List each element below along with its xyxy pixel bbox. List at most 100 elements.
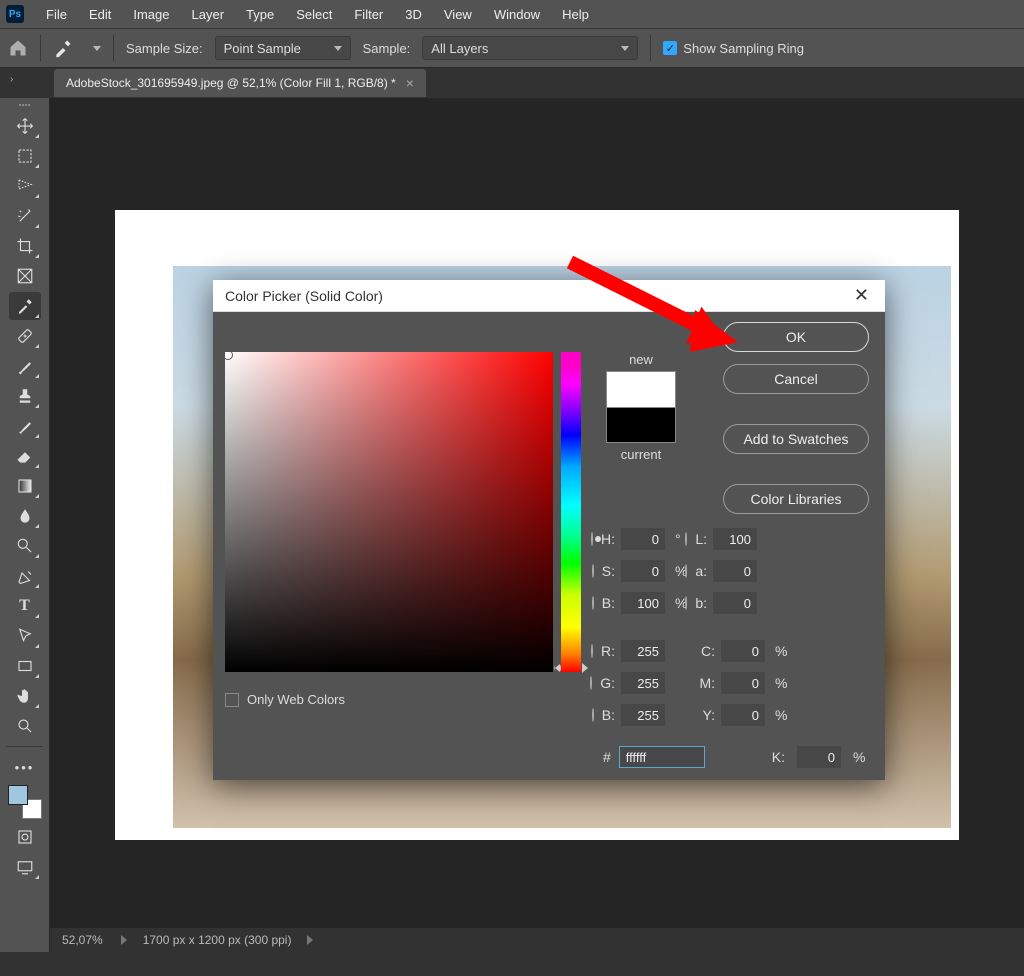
blur-tool[interactable] — [9, 502, 41, 530]
marquee-tool[interactable] — [9, 142, 41, 170]
tool-preset-chevron-icon[interactable] — [93, 46, 101, 51]
menu-file[interactable]: File — [36, 3, 77, 26]
stamp-tool[interactable] — [9, 382, 41, 410]
show-ring-label: Show Sampling Ring — [683, 41, 804, 56]
r-radio[interactable]: R: — [595, 643, 621, 659]
b-input[interactable] — [621, 592, 665, 614]
screen-mode-tool[interactable] — [9, 853, 41, 881]
s-radio[interactable]: S: — [595, 563, 621, 579]
rectangle-tool[interactable] — [9, 652, 41, 680]
tab-title: AdobeStock_301695949.jpeg @ 52,1% (Color… — [66, 76, 396, 90]
dodge-tool[interactable] — [9, 532, 41, 560]
m-input[interactable] — [721, 672, 765, 694]
zoom-level[interactable]: 52,07% — [50, 933, 115, 947]
h-radio[interactable]: H: — [595, 531, 621, 547]
quickmask-tool[interactable] — [9, 823, 41, 851]
menu-edit[interactable]: Edit — [79, 3, 121, 26]
dialog-title: Color Picker (Solid Color) — [225, 288, 383, 304]
grip-icon[interactable] — [0, 102, 49, 110]
sample-label: Sample: — [363, 41, 411, 56]
frame-tool[interactable] — [9, 262, 41, 290]
lab-b-radio[interactable]: b: — [687, 595, 713, 611]
crop-tool[interactable] — [9, 232, 41, 260]
bl-radio[interactable]: B: — [595, 707, 621, 723]
move-tool[interactable] — [9, 112, 41, 140]
edit-toolbar-icon[interactable]: ••• — [9, 753, 41, 781]
hsb-lab-fields: H: ° L: S: % a: B: % b: — [595, 528, 865, 614]
expand-chevron-icon[interactable]: › — [10, 74, 24, 88]
pct-unit: % — [769, 707, 787, 723]
l-radio[interactable]: L: — [687, 531, 713, 547]
chevron-right-icon[interactable] — [307, 935, 313, 945]
l-input[interactable] — [713, 528, 757, 550]
document-dims[interactable]: 1700 px x 1200 px (300 ppi) — [133, 933, 302, 947]
a-input[interactable] — [713, 560, 757, 582]
g-input[interactable] — [621, 672, 665, 694]
eraser-tool[interactable] — [9, 442, 41, 470]
healing-tool[interactable] — [9, 322, 41, 350]
home-icon[interactable] — [8, 38, 28, 58]
magic-wand-tool[interactable] — [9, 202, 41, 230]
b-radio[interactable]: B: — [595, 595, 621, 611]
chevron-right-icon[interactable] — [121, 935, 127, 945]
path-select-tool[interactable] — [9, 622, 41, 650]
checkbox-icon[interactable] — [225, 693, 239, 707]
color-libraries-button[interactable]: Color Libraries — [723, 484, 869, 514]
menu-type[interactable]: Type — [236, 3, 284, 26]
hand-tool[interactable] — [9, 682, 41, 710]
close-icon[interactable]: ✕ — [850, 281, 873, 310]
menu-window[interactable]: Window — [484, 3, 550, 26]
r-input[interactable] — [621, 640, 665, 662]
menu-layer[interactable]: Layer — [182, 3, 235, 26]
sample-dropdown[interactable]: All Layers — [422, 36, 638, 60]
separator — [40, 35, 41, 61]
g-radio[interactable]: G: — [595, 675, 621, 691]
document-tabs: AdobeStock_301695949.jpeg @ 52,1% (Color… — [0, 68, 1024, 98]
c-input[interactable] — [721, 640, 765, 662]
hue-slider[interactable] — [561, 352, 581, 672]
a-radio[interactable]: a: — [687, 563, 713, 579]
show-ring-checkbox[interactable]: ✓ — [663, 41, 677, 55]
gradient-tool[interactable] — [9, 472, 41, 500]
s-input[interactable] — [621, 560, 665, 582]
chevron-down-icon — [621, 46, 629, 51]
k-input[interactable] — [797, 746, 841, 768]
separator — [650, 35, 651, 61]
add-swatches-button[interactable]: Add to Swatches — [723, 424, 869, 454]
dialog-titlebar[interactable]: Color Picker (Solid Color) ✕ — [213, 280, 885, 312]
document-tab[interactable]: AdobeStock_301695949.jpeg @ 52,1% (Color… — [54, 69, 426, 97]
color-cursor-icon[interactable] — [223, 350, 233, 360]
history-brush-tool[interactable] — [9, 412, 41, 440]
hex-input[interactable] — [619, 746, 705, 768]
menu-image[interactable]: Image — [123, 3, 179, 26]
lasso-tool[interactable] — [9, 172, 41, 200]
menu-select[interactable]: Select — [286, 3, 342, 26]
color-swatches[interactable] — [8, 785, 42, 819]
current-color-swatch[interactable] — [606, 407, 676, 443]
hue-handle-icon[interactable] — [554, 663, 588, 673]
saturation-field[interactable] — [225, 352, 553, 672]
y-input[interactable] — [721, 704, 765, 726]
only-web-colors-checkbox[interactable]: Only Web Colors — [225, 692, 345, 707]
foreground-color[interactable] — [8, 785, 28, 805]
menu-filter[interactable]: Filter — [344, 3, 393, 26]
sample-size-dropdown[interactable]: Point Sample — [215, 36, 351, 60]
menu-help[interactable]: Help — [552, 3, 599, 26]
type-tool[interactable]: T — [9, 592, 41, 620]
pen-tool[interactable] — [9, 562, 41, 590]
lab-b-input[interactable] — [713, 592, 757, 614]
app-logo: Ps — [6, 5, 24, 23]
eyedropper-tool[interactable] — [9, 292, 41, 320]
deg-unit: ° — [669, 531, 687, 547]
new-color-swatch — [606, 371, 676, 407]
close-tab-icon[interactable]: × — [406, 75, 414, 91]
menu-bar: Ps File Edit Image Layer Type Select Fil… — [0, 0, 1024, 28]
annotation-arrow-icon — [560, 252, 760, 375]
brush-tool[interactable] — [9, 352, 41, 380]
bl-input[interactable] — [621, 704, 665, 726]
h-input[interactable] — [621, 528, 665, 550]
menu-3d[interactable]: 3D — [395, 3, 432, 26]
zoom-tool[interactable] — [9, 712, 41, 740]
menu-view[interactable]: View — [434, 3, 482, 26]
eyedropper-icon[interactable] — [53, 38, 73, 58]
